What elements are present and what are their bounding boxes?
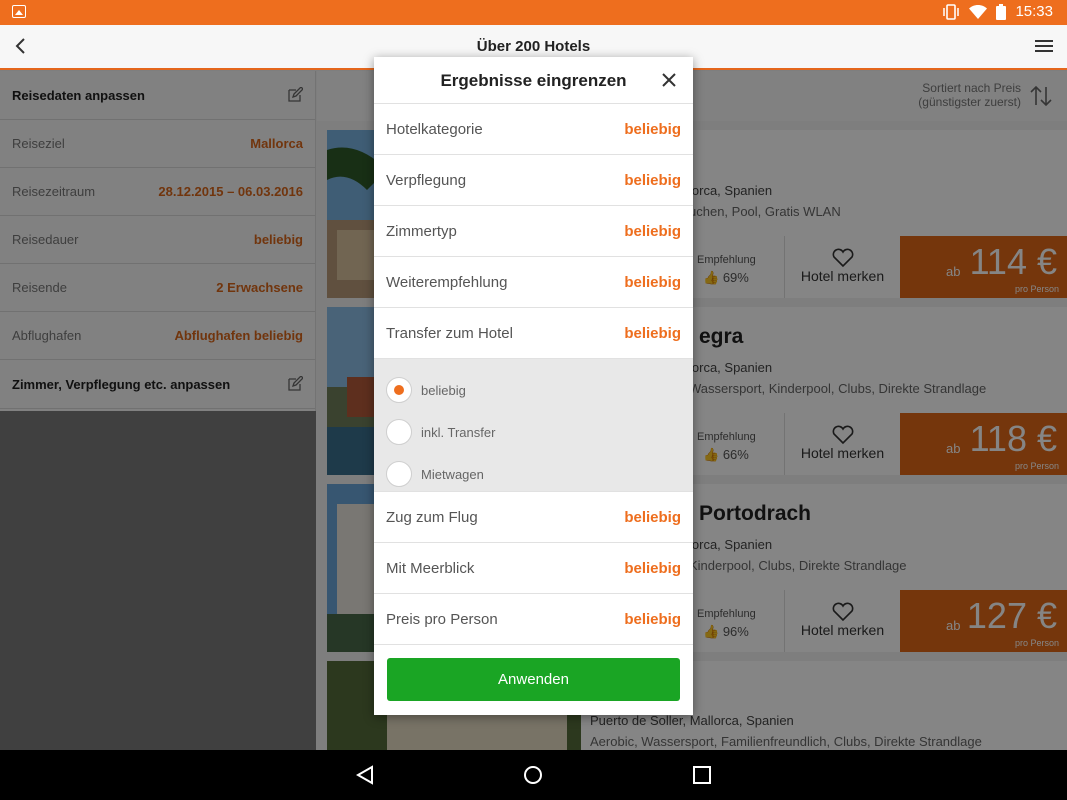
filter-value: beliebig (624, 222, 681, 240)
image-notification-icon (12, 5, 26, 18)
filter-label: Preis pro Person (386, 610, 498, 628)
filter-label: Zimmertyp (386, 222, 457, 240)
menu-icon[interactable] (1035, 39, 1053, 53)
filter-value: beliebig (624, 273, 681, 291)
apply-button[interactable]: Anwenden (387, 658, 680, 701)
transfer-option-included[interactable]: inkl. Transfer (374, 411, 693, 453)
option-label: inkl. Transfer (421, 424, 496, 440)
filter-price-per-person[interactable]: Preis pro Person beliebig (374, 594, 693, 645)
vibrate-icon (943, 3, 960, 20)
transfer-option-any[interactable]: beliebig (374, 369, 693, 411)
radio[interactable] (386, 419, 412, 445)
filter-label: Weiterempfehlung (386, 273, 508, 291)
filter-value: beliebig (624, 324, 681, 342)
page-title: Über 200 Hotels (476, 38, 591, 55)
battery-icon (996, 3, 1007, 20)
radio-selected[interactable] (386, 377, 412, 403)
option-label: Mietwagen (421, 466, 484, 482)
back-nav-icon[interactable] (355, 765, 375, 785)
filter-dialog: Ergebnisse eingrenzen Hotelkategorie bel… (374, 57, 693, 715)
close-icon[interactable] (661, 72, 677, 88)
radio[interactable] (386, 461, 412, 487)
filter-label: Zug zum Flug (386, 508, 478, 526)
system-nav-bar (0, 750, 1067, 800)
filter-label: Transfer zum Hotel (386, 324, 513, 342)
filter-value: beliebig (624, 120, 681, 138)
filter-value: beliebig (624, 171, 681, 189)
transfer-options: beliebig inkl. Transfer Mietwagen (374, 359, 693, 492)
transfer-option-rental-car[interactable]: Mietwagen (374, 453, 693, 495)
wifi-icon (969, 4, 988, 19)
filter-recommendation[interactable]: Weiterempfehlung beliebig (374, 257, 693, 308)
filter-label: Verpflegung (386, 171, 467, 189)
filter-value: beliebig (624, 559, 681, 577)
filter-room-type[interactable]: Zimmertyp beliebig (374, 206, 693, 257)
filter-board[interactable]: Verpflegung beliebig (374, 155, 693, 206)
option-label: beliebig (421, 382, 466, 398)
filter-value: beliebig (624, 610, 681, 628)
filter-train-to-flight[interactable]: Zug zum Flug beliebig (374, 492, 693, 543)
filter-value: beliebig (624, 508, 681, 526)
filter-label: Hotelkategorie (386, 120, 483, 138)
filter-transfer[interactable]: Transfer zum Hotel beliebig (374, 308, 693, 359)
filter-dialog-header: Ergebnisse eingrenzen (374, 57, 693, 104)
home-nav-icon[interactable] (523, 765, 543, 785)
filter-dialog-title: Ergebnisse eingrenzen (440, 71, 627, 90)
recents-nav-icon[interactable] (692, 765, 712, 785)
filter-label: Mit Meerblick (386, 559, 475, 577)
status-bar: 15:33 (0, 0, 1067, 25)
filter-sea-view[interactable]: Mit Meerblick beliebig (374, 543, 693, 594)
status-time: 15:33 (1015, 3, 1053, 20)
filter-hotel-category[interactable]: Hotelkategorie beliebig (374, 104, 693, 155)
